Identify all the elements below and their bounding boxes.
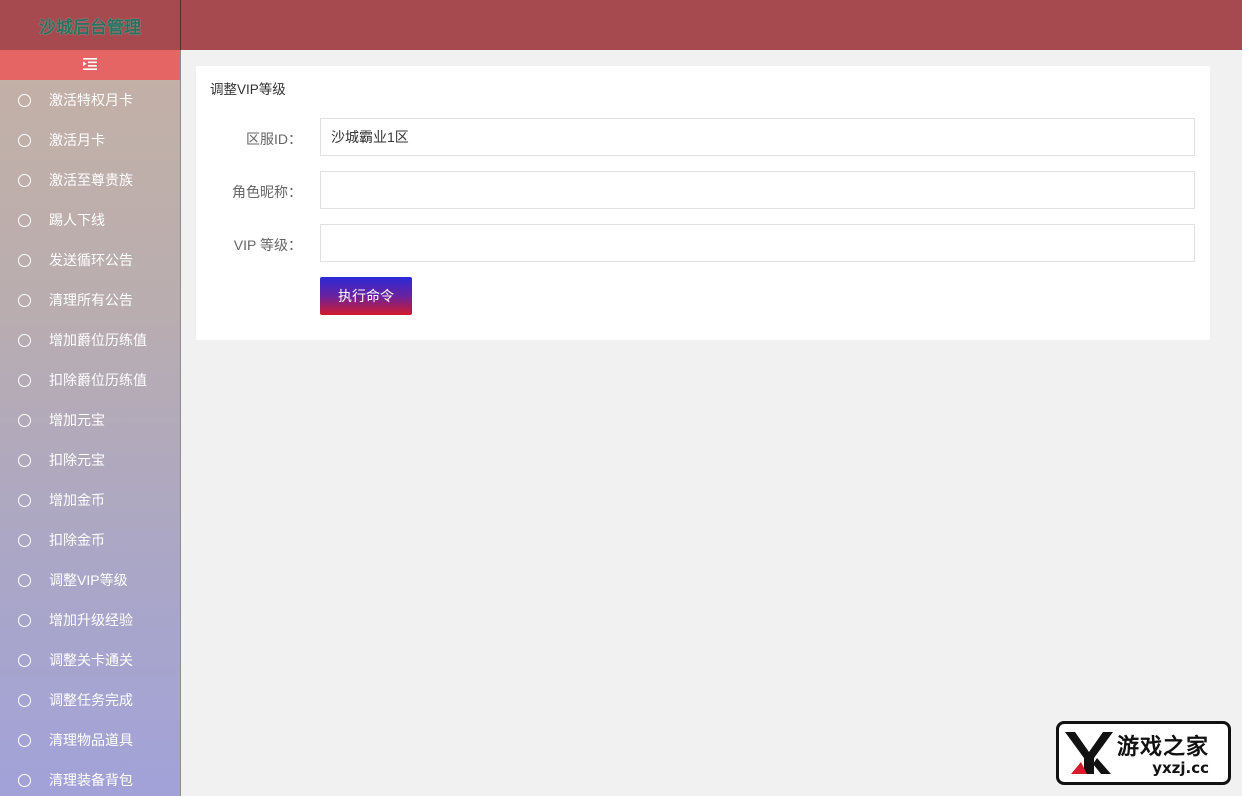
menu-fold-icon xyxy=(83,57,97,74)
watermark-cn-text: 游戏之家 xyxy=(1117,735,1210,760)
radio-icon xyxy=(18,173,31,187)
sidebar-item-label: 增加金币 xyxy=(49,492,105,508)
radio-icon xyxy=(18,213,31,227)
sidebar-item-label: 清理物品道具 xyxy=(49,732,133,748)
sidebar-item-clear-items[interactable]: 清理物品道具 xyxy=(0,720,180,760)
radio-icon xyxy=(18,653,31,667)
radio-icon xyxy=(18,413,31,427)
sidebar-item-label: 清理装备背包 xyxy=(49,772,133,788)
sidebar-item-kick-player[interactable]: 踢人下线 xyxy=(0,200,180,240)
sidebar-item-label: 调整关卡通关 xyxy=(49,652,133,668)
sidebar-item-label: 激活至尊贵族 xyxy=(49,172,133,188)
sidebar-item-adjust-vip[interactable]: 调整VIP等级 xyxy=(0,560,180,600)
sidebar: 激活特权月卡 激活月卡 激活至尊贵族 踢人下线 发送循环公告 清理所有公告 增加… xyxy=(0,50,181,796)
yxzj-logo-icon xyxy=(1065,732,1113,774)
sidebar-item-adjust-quest[interactable]: 调整任务完成 xyxy=(0,680,180,720)
brand-title: 沙城后台管理 xyxy=(39,17,141,38)
sidebar-item-deduct-gold[interactable]: 扣除金币 xyxy=(0,520,180,560)
brand-logo[interactable]: 沙城后台管理 xyxy=(0,0,181,50)
sidebar-item-label: 激活特权月卡 xyxy=(49,92,133,108)
sidebar-item-add-exp[interactable]: 增加升级经验 xyxy=(0,600,180,640)
watermark-en-text: yxzj.cc xyxy=(1152,759,1210,777)
radio-icon xyxy=(18,573,31,587)
radio-icon xyxy=(18,493,31,507)
sidebar-toggle-button[interactable] xyxy=(0,50,180,80)
server-id-input[interactable] xyxy=(320,118,1195,156)
sidebar-item-send-loop-notice[interactable]: 发送循环公告 xyxy=(0,240,180,280)
sidebar-item-label: 调整任务完成 xyxy=(49,692,133,708)
role-name-label: 角色昵称： xyxy=(232,184,302,200)
radio-icon xyxy=(18,253,31,267)
sidebar-item-label: 发送循环公告 xyxy=(49,252,133,268)
vip-form-panel: 调整VIP等级 区服ID： 角色昵称： VIP 等级： 执行命令 xyxy=(196,66,1210,340)
execute-command-button[interactable]: 执行命令 xyxy=(320,277,412,315)
sidebar-item-label: 踢人下线 xyxy=(49,212,105,228)
radio-icon xyxy=(18,533,31,547)
sidebar-item-add-rank-exp[interactable]: 增加爵位历练值 xyxy=(0,320,180,360)
vip-level-label: VIP 等级： xyxy=(233,237,302,253)
radio-icon xyxy=(18,693,31,707)
sidebar-item-label: 激活月卡 xyxy=(49,132,105,148)
radio-icon xyxy=(18,773,31,787)
radio-icon xyxy=(18,453,31,467)
header-bar xyxy=(181,0,1242,50)
sidebar-item-activate-monthly-card[interactable]: 激活月卡 xyxy=(0,120,180,160)
radio-icon xyxy=(18,613,31,627)
sidebar-item-deduct-ingot[interactable]: 扣除元宝 xyxy=(0,440,180,480)
sidebar-item-adjust-stage[interactable]: 调整关卡通关 xyxy=(0,640,180,680)
role-name-input[interactable] xyxy=(320,171,1195,209)
radio-icon xyxy=(18,93,31,107)
radio-icon xyxy=(18,133,31,147)
server-id-row: 区服ID： xyxy=(196,118,1210,156)
sidebar-nav: 激活特权月卡 激活月卡 激活至尊贵族 踢人下线 发送循环公告 清理所有公告 增加… xyxy=(0,80,180,796)
sidebar-item-label: 扣除金币 xyxy=(49,532,105,548)
top-header: 沙城后台管理 xyxy=(0,0,1242,50)
vip-level-row: VIP 等级： xyxy=(196,224,1210,262)
sidebar-item-label: 调整VIP等级 xyxy=(49,572,128,588)
sidebar-item-clear-equip-bag[interactable]: 清理装备背包 xyxy=(0,760,180,796)
sidebar-item-label: 扣除爵位历练值 xyxy=(49,372,147,388)
sidebar-item-label: 增加爵位历练值 xyxy=(49,332,147,348)
sidebar-item-add-gold[interactable]: 增加金币 xyxy=(0,480,180,520)
vip-level-input[interactable] xyxy=(320,224,1195,262)
sidebar-item-activate-supreme-noble[interactable]: 激活至尊贵族 xyxy=(0,160,180,200)
radio-icon xyxy=(18,733,31,747)
sidebar-item-clear-notices[interactable]: 清理所有公告 xyxy=(0,280,180,320)
server-id-label: 区服ID： xyxy=(246,131,302,147)
role-name-row: 角色昵称： xyxy=(196,171,1210,209)
panel-title: 调整VIP等级 xyxy=(210,82,286,97)
sidebar-item-deduct-rank-exp[interactable]: 扣除爵位历练值 xyxy=(0,360,180,400)
sidebar-item-activate-privilege-monthly-card[interactable]: 激活特权月卡 xyxy=(0,80,180,120)
sidebar-item-label: 扣除元宝 xyxy=(49,452,105,468)
sidebar-item-label: 增加升级经验 xyxy=(49,612,133,628)
radio-icon xyxy=(18,293,31,307)
sidebar-item-label: 清理所有公告 xyxy=(49,292,133,308)
sidebar-item-label: 增加元宝 xyxy=(49,412,105,428)
radio-icon xyxy=(18,333,31,347)
radio-icon xyxy=(18,373,31,387)
sidebar-item-add-ingot[interactable]: 增加元宝 xyxy=(0,400,180,440)
watermark-logo: 游戏之家 yxzj.cc xyxy=(1056,721,1231,785)
